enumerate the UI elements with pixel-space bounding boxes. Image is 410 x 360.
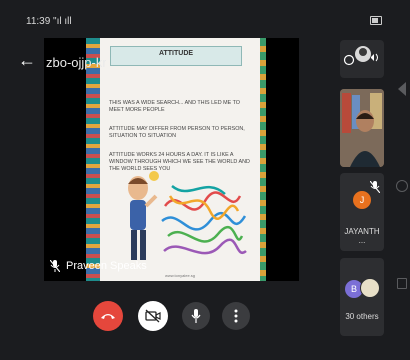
mic-toggle-button[interactable] xyxy=(182,302,210,330)
system-home-icon[interactable] xyxy=(396,180,408,192)
slide-paragraph: THIS WAS A WIDE SEARCH... AND THIS LED M… xyxy=(109,100,240,113)
slide-border-decoration xyxy=(86,38,100,281)
speaker-name: Praveen Speaks xyxy=(66,260,147,272)
mic-off-icon xyxy=(50,260,60,272)
slide-border-decoration xyxy=(260,38,266,281)
others-count: 30 others xyxy=(345,312,379,321)
participant-tile-others[interactable]: B 30 others xyxy=(340,258,384,336)
slide-footer: www.tonyalee.sg xyxy=(165,273,196,278)
switch-camera-icon xyxy=(343,54,355,66)
arrow-left-icon[interactable]: ← xyxy=(18,50,36,71)
mic-icon xyxy=(191,309,201,323)
system-recent-apps-icon[interactable] xyxy=(397,278,407,289)
thinking-man-illustration xyxy=(128,171,247,260)
avatar: J xyxy=(353,191,371,209)
battery-icon xyxy=(370,16,382,25)
speaker-label: Praveen Speaks xyxy=(50,260,147,272)
self-video-tile[interactable] xyxy=(340,40,384,78)
phone-end-icon xyxy=(101,314,115,319)
end-call-button[interactable] xyxy=(93,301,123,331)
presentation-slide: ATTITUDE THIS WAS A WIDE SEARCH... AND T… xyxy=(100,38,260,281)
status-time: 11:39 "ıl ıll xyxy=(26,16,72,27)
slide-title-box: ATTITUDE xyxy=(110,46,242,66)
self-video-controls xyxy=(343,46,378,66)
participant-name: JAYANTH ... xyxy=(344,227,380,245)
participant-video-tile[interactable] xyxy=(340,89,384,167)
speaker-icon xyxy=(371,54,374,61)
meeting-code: zbo-ojjp-kro xyxy=(46,55,106,70)
slide-paragraph: ATTITUDE MAY DIFFER FROM PERSON TO PERSO… xyxy=(109,126,245,139)
participant-tile-jayanth[interactable]: J JAYANTH ... xyxy=(340,173,384,251)
status-bar: 11:39 "ıl ıll xyxy=(0,0,410,38)
more-vert-icon xyxy=(234,309,238,323)
participant-video xyxy=(340,89,384,167)
slide-title: ATTITUDE xyxy=(158,50,194,57)
camera-toggle-button[interactable] xyxy=(138,301,168,331)
avatar-photo xyxy=(360,278,380,298)
main-video[interactable]: ATTITUDE THIS WAS A WIDE SEARCH... AND T… xyxy=(44,38,299,281)
camera-off-icon xyxy=(145,309,161,323)
more-options-button[interactable] xyxy=(222,302,250,330)
system-back-icon[interactable] xyxy=(398,82,406,96)
mic-off-icon xyxy=(370,181,380,193)
